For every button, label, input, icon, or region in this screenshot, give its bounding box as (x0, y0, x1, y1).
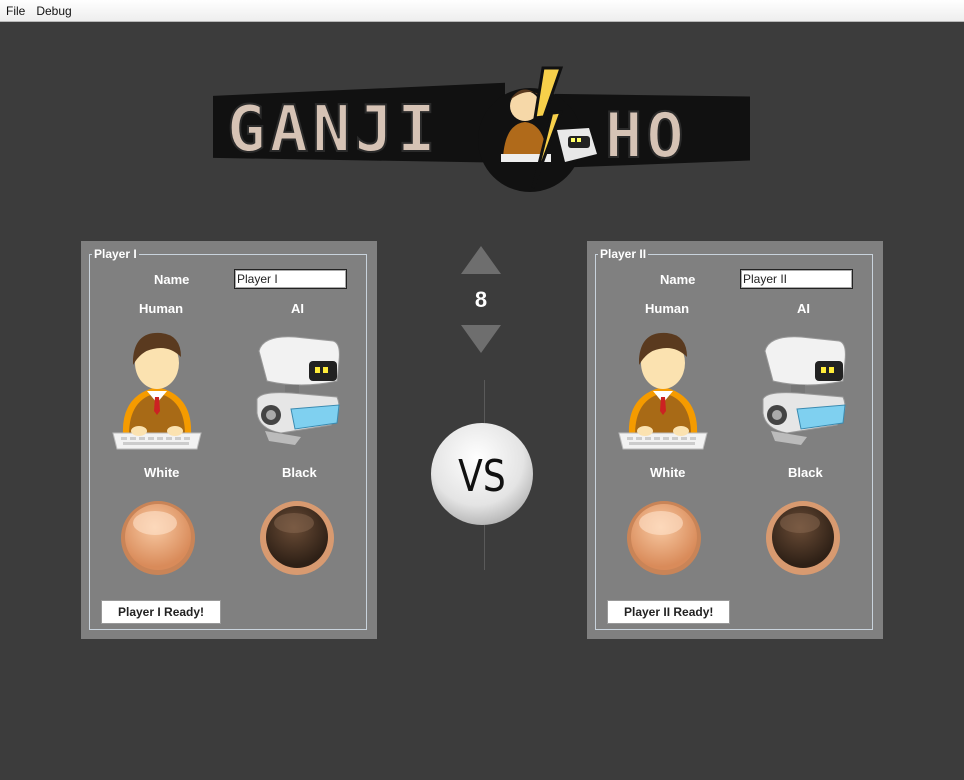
player-one-white-label: White (144, 465, 180, 480)
player-one-white-stone-button[interactable] (119, 499, 197, 577)
menu-debug[interactable]: Debug (31, 4, 76, 18)
logo-text-left: GANJI (227, 93, 440, 167)
player-one-black-stone-button[interactable] (258, 499, 336, 577)
player-one-legend: Player I (92, 247, 139, 261)
menu-bar: File Debug (0, 0, 964, 22)
vs-label: VS (458, 452, 506, 502)
player-one-human-label: Human (139, 301, 184, 316)
vs-badge: VS (431, 423, 533, 525)
player-two-name-label: Name (660, 272, 696, 287)
player-two-ai-label: AI (797, 301, 810, 316)
player-one-ai-label: AI (291, 301, 304, 316)
player-two-human-label: Human (645, 301, 690, 316)
player-one-panel: Player I Name Human AI White B (81, 241, 377, 639)
player-two-human-icon[interactable] (615, 325, 711, 451)
player-two-name-input[interactable] (740, 269, 853, 289)
player-two-legend: Player II (598, 247, 649, 261)
player-two-white-label: White (650, 465, 686, 480)
player-two-panel: Player II Name Human AI White (587, 241, 883, 639)
ganjiho-logo: GANJI HO (213, 66, 750, 192)
player-one-name-label: Name (154, 272, 190, 287)
logo-text-right: HO (605, 99, 688, 172)
player-two-black-stone-button[interactable] (764, 499, 842, 577)
decrease-arrow-button[interactable] (461, 325, 501, 353)
player-one-human-icon[interactable] (109, 325, 205, 451)
player-one-name-input[interactable] (234, 269, 347, 289)
player-one-ai-icon[interactable] (251, 333, 345, 449)
player-two-ready-button[interactable]: Player II Ready! (607, 600, 731, 624)
increase-arrow-button[interactable] (461, 246, 501, 274)
player-two-white-stone-button[interactable] (625, 499, 703, 577)
player-one-black-label: Black (282, 465, 317, 480)
menu-file[interactable]: File (1, 4, 30, 18)
player-two-black-label: Black (788, 465, 823, 480)
player-two-ai-icon[interactable] (757, 333, 851, 449)
turn-counter-value: 8 (474, 287, 488, 312)
player-one-ready-button[interactable]: Player I Ready! (101, 600, 222, 624)
